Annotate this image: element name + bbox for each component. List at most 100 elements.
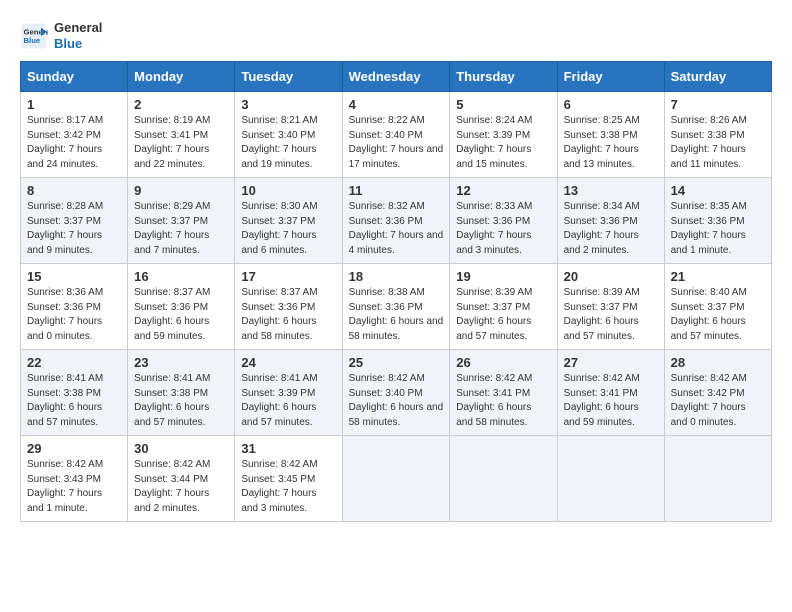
sunset-label: Sunset: 3:37 PM — [456, 302, 530, 313]
calendar-cell: 22 Sunrise: 8:41 AM Sunset: 3:38 PM Dayl… — [21, 350, 128, 436]
sunrise-label: Sunrise: 8:19 AM — [134, 115, 210, 126]
calendar-cell: 28 Sunrise: 8:42 AM Sunset: 3:42 PM Dayl… — [664, 350, 771, 436]
cell-info: Sunrise: 8:35 AM Sunset: 3:36 PM Dayligh… — [671, 200, 765, 258]
sunset-label: Sunset: 3:36 PM — [671, 216, 745, 227]
sunrise-label: Sunrise: 8:42 AM — [241, 459, 317, 470]
calendar-cell: 9 Sunrise: 8:29 AM Sunset: 3:37 PM Dayli… — [128, 178, 235, 264]
daylight-label: Daylight: 6 hours and 57 minutes. — [564, 316, 639, 342]
calendar-cell: 21 Sunrise: 8:40 AM Sunset: 3:37 PM Dayl… — [664, 264, 771, 350]
calendar-cell — [557, 436, 664, 522]
cell-info: Sunrise: 8:26 AM Sunset: 3:38 PM Dayligh… — [671, 114, 765, 172]
day-number: 14 — [671, 183, 765, 198]
sunrise-label: Sunrise: 8:36 AM — [27, 287, 103, 298]
sunset-label: Sunset: 3:37 PM — [241, 216, 315, 227]
sunrise-label: Sunrise: 8:28 AM — [27, 201, 103, 212]
day-number: 6 — [564, 97, 658, 112]
cell-info: Sunrise: 8:41 AM Sunset: 3:38 PM Dayligh… — [134, 372, 228, 430]
calendar-week-row: 22 Sunrise: 8:41 AM Sunset: 3:38 PM Dayl… — [21, 350, 772, 436]
sunset-label: Sunset: 3:37 PM — [564, 302, 638, 313]
cell-info: Sunrise: 8:34 AM Sunset: 3:36 PM Dayligh… — [564, 200, 658, 258]
logo: General Blue General Blue — [20, 20, 102, 51]
calendar-cell: 16 Sunrise: 8:37 AM Sunset: 3:36 PM Dayl… — [128, 264, 235, 350]
sunset-label: Sunset: 3:38 PM — [564, 130, 638, 141]
daylight-label: Daylight: 7 hours and 9 minutes. — [27, 230, 102, 256]
calendar-cell: 30 Sunrise: 8:42 AM Sunset: 3:44 PM Dayl… — [128, 436, 235, 522]
daylight-label: Daylight: 7 hours and 6 minutes. — [241, 230, 316, 256]
sunrise-label: Sunrise: 8:17 AM — [27, 115, 103, 126]
calendar-cell: 10 Sunrise: 8:30 AM Sunset: 3:37 PM Dayl… — [235, 178, 342, 264]
sunset-label: Sunset: 3:38 PM — [27, 388, 101, 399]
sunset-label: Sunset: 3:41 PM — [456, 388, 530, 399]
calendar-cell: 27 Sunrise: 8:42 AM Sunset: 3:41 PM Dayl… — [557, 350, 664, 436]
day-number: 31 — [241, 441, 335, 456]
daylight-label: Daylight: 7 hours and 2 minutes. — [134, 488, 209, 514]
day-number: 30 — [134, 441, 228, 456]
daylight-label: Daylight: 7 hours and 7 minutes. — [134, 230, 209, 256]
calendar-cell: 23 Sunrise: 8:41 AM Sunset: 3:38 PM Dayl… — [128, 350, 235, 436]
cell-info: Sunrise: 8:19 AM Sunset: 3:41 PM Dayligh… — [134, 114, 228, 172]
day-number: 3 — [241, 97, 335, 112]
day-number: 24 — [241, 355, 335, 370]
sunrise-label: Sunrise: 8:37 AM — [241, 287, 317, 298]
cell-info: Sunrise: 8:42 AM Sunset: 3:40 PM Dayligh… — [349, 372, 444, 430]
daylight-label: Daylight: 7 hours and 1 minute. — [671, 230, 746, 256]
sunrise-label: Sunrise: 8:33 AM — [456, 201, 532, 212]
calendar-cell — [664, 436, 771, 522]
calendar-cell: 18 Sunrise: 8:38 AM Sunset: 3:36 PM Dayl… — [342, 264, 450, 350]
calendar-cell: 14 Sunrise: 8:35 AM Sunset: 3:36 PM Dayl… — [664, 178, 771, 264]
sunset-label: Sunset: 3:41 PM — [134, 130, 208, 141]
logo-general: General — [54, 20, 102, 36]
cell-info: Sunrise: 8:42 AM Sunset: 3:44 PM Dayligh… — [134, 458, 228, 516]
cell-info: Sunrise: 8:32 AM Sunset: 3:36 PM Dayligh… — [349, 200, 444, 258]
cell-info: Sunrise: 8:24 AM Sunset: 3:39 PM Dayligh… — [456, 114, 550, 172]
calendar-cell: 24 Sunrise: 8:41 AM Sunset: 3:39 PM Dayl… — [235, 350, 342, 436]
cell-info: Sunrise: 8:29 AM Sunset: 3:37 PM Dayligh… — [134, 200, 228, 258]
daylight-label: Daylight: 7 hours and 0 minutes. — [671, 402, 746, 428]
sunrise-label: Sunrise: 8:32 AM — [349, 201, 425, 212]
logo-blue: Blue — [54, 36, 102, 52]
sunrise-label: Sunrise: 8:40 AM — [671, 287, 747, 298]
page: General Blue General Blue SundayMondayTu… — [0, 0, 792, 542]
day-number: 20 — [564, 269, 658, 284]
calendar-cell: 7 Sunrise: 8:26 AM Sunset: 3:38 PM Dayli… — [664, 92, 771, 178]
sunset-label: Sunset: 3:42 PM — [27, 130, 101, 141]
cell-info: Sunrise: 8:36 AM Sunset: 3:36 PM Dayligh… — [27, 286, 121, 344]
calendar-cell: 26 Sunrise: 8:42 AM Sunset: 3:41 PM Dayl… — [450, 350, 557, 436]
calendar-cell: 11 Sunrise: 8:32 AM Sunset: 3:36 PM Dayl… — [342, 178, 450, 264]
daylight-label: Daylight: 7 hours and 0 minutes. — [27, 316, 102, 342]
calendar-cell — [342, 436, 450, 522]
sunrise-label: Sunrise: 8:39 AM — [456, 287, 532, 298]
sunset-label: Sunset: 3:39 PM — [241, 388, 315, 399]
daylight-label: Daylight: 7 hours and 15 minutes. — [456, 144, 531, 170]
header: General Blue General Blue — [20, 20, 772, 51]
sunset-label: Sunset: 3:37 PM — [27, 216, 101, 227]
sunset-label: Sunset: 3:44 PM — [134, 474, 208, 485]
sunrise-label: Sunrise: 8:21 AM — [241, 115, 317, 126]
daylight-label: Daylight: 7 hours and 4 minutes. — [349, 230, 444, 256]
cell-info: Sunrise: 8:37 AM Sunset: 3:36 PM Dayligh… — [241, 286, 335, 344]
daylight-label: Daylight: 6 hours and 57 minutes. — [134, 402, 209, 428]
calendar-cell: 25 Sunrise: 8:42 AM Sunset: 3:40 PM Dayl… — [342, 350, 450, 436]
day-number: 1 — [27, 97, 121, 112]
daylight-label: Daylight: 7 hours and 2 minutes. — [564, 230, 639, 256]
daylight-label: Daylight: 7 hours and 3 minutes. — [241, 488, 316, 514]
cell-info: Sunrise: 8:42 AM Sunset: 3:41 PM Dayligh… — [456, 372, 550, 430]
cell-info: Sunrise: 8:41 AM Sunset: 3:39 PM Dayligh… — [241, 372, 335, 430]
day-number: 12 — [456, 183, 550, 198]
daylight-label: Daylight: 7 hours and 11 minutes. — [671, 144, 746, 170]
sunrise-label: Sunrise: 8:42 AM — [456, 373, 532, 384]
sunrise-label: Sunrise: 8:22 AM — [349, 115, 425, 126]
day-number: 23 — [134, 355, 228, 370]
cell-info: Sunrise: 8:42 AM Sunset: 3:45 PM Dayligh… — [241, 458, 335, 516]
cell-info: Sunrise: 8:40 AM Sunset: 3:37 PM Dayligh… — [671, 286, 765, 344]
day-number: 5 — [456, 97, 550, 112]
calendar-header-row: SundayMondayTuesdayWednesdayThursdayFrid… — [21, 62, 772, 92]
sunrise-label: Sunrise: 8:30 AM — [241, 201, 317, 212]
calendar-cell: 4 Sunrise: 8:22 AM Sunset: 3:40 PM Dayli… — [342, 92, 450, 178]
col-header-friday: Friday — [557, 62, 664, 92]
cell-info: Sunrise: 8:39 AM Sunset: 3:37 PM Dayligh… — [456, 286, 550, 344]
sunset-label: Sunset: 3:37 PM — [134, 216, 208, 227]
day-number: 4 — [349, 97, 444, 112]
cell-info: Sunrise: 8:30 AM Sunset: 3:37 PM Dayligh… — [241, 200, 335, 258]
cell-info: Sunrise: 8:42 AM Sunset: 3:43 PM Dayligh… — [27, 458, 121, 516]
